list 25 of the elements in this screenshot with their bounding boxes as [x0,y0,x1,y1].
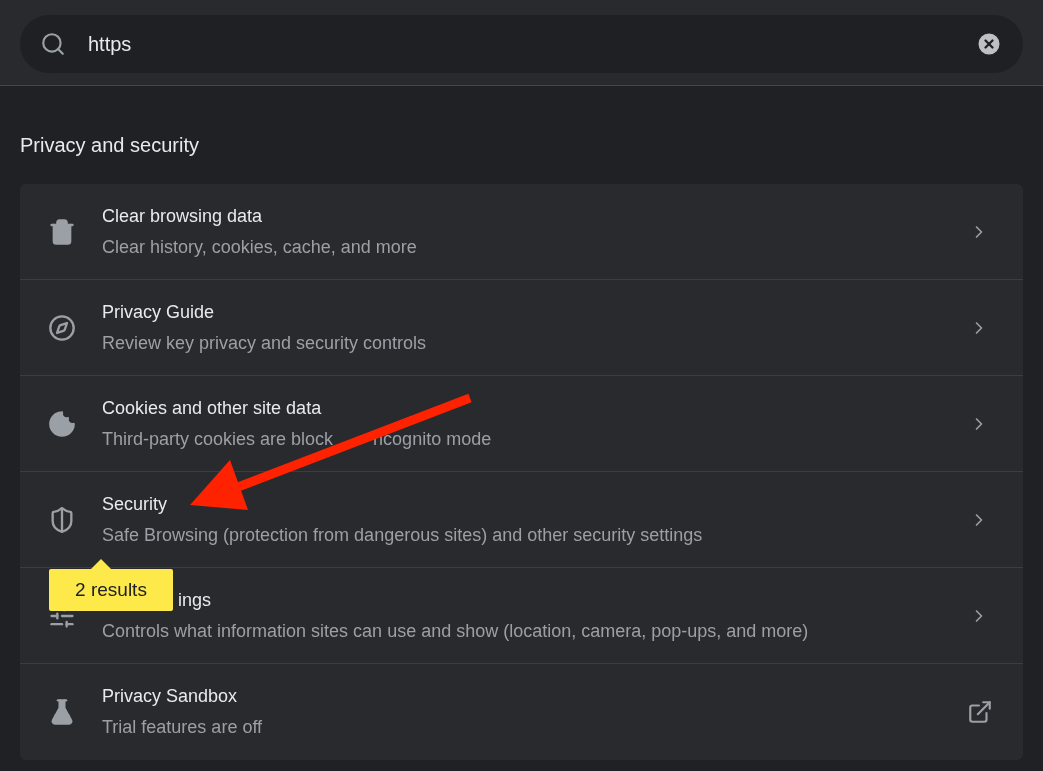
row-title: Privacy Sandbox [102,685,238,708]
settings-row[interactable]: Clear browsing data Clear history, cookies, cache, and more [20,184,1023,280]
row-subtitle: Controls what information sites can use and show (location, camera, pop-ups, and more) [102,619,809,643]
settings-row[interactable]: Privacy Guide Review key privacy and security controls [20,280,1023,376]
search-field[interactable]: https [20,15,1023,73]
row-title: Clear browsing data [102,204,263,228]
search-icon [40,31,66,57]
row-subtitle: Clear history, cookies, cache, and more [102,235,417,259]
cookie-icon [48,409,76,438]
settings-row[interactable]: Privacy Sandbox Trial features are off [20,664,1023,760]
row-subtitle: Safe Browsing (protection from dangerous sites) and other security settings [102,523,703,547]
section-title: Privacy and security [20,133,200,158]
row-subtitle: Trial features are off [102,716,263,739]
row-title: ings [178,588,212,612]
row-subtitle: Review key privacy and security controls [102,331,427,355]
results-tooltip: 2 results [49,559,173,611]
row-title: Cookies and other site data [102,396,322,420]
external-link-icon[interactable] [967,699,993,725]
compass-icon [48,313,76,342]
trash-icon [48,217,76,246]
row-subtitle: Third-party cookies are block [102,427,334,451]
row-title: Security [102,492,168,516]
search-input[interactable]: https [88,29,975,59]
clear-icon[interactable] [975,30,1003,58]
row-title: Privacy Guide [102,300,215,324]
